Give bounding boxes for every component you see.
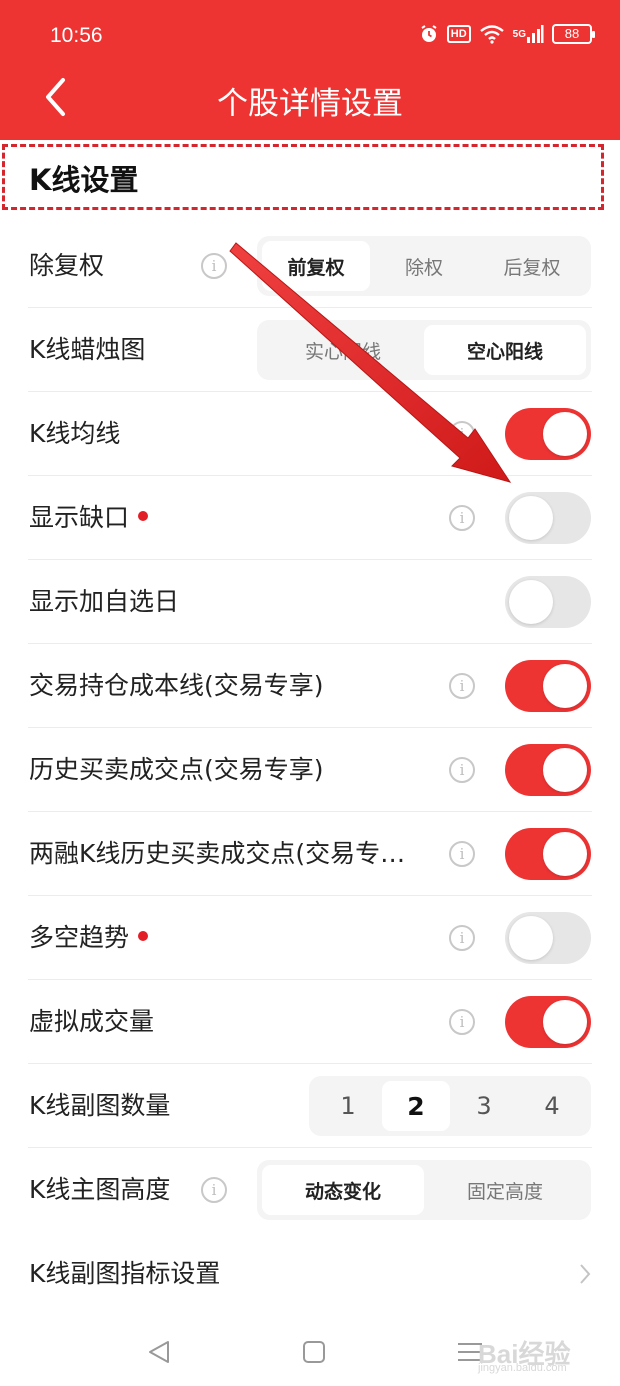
main-height-segmented: 动态变化 固定高度 — [257, 1160, 591, 1220]
trade-points-toggle[interactable] — [505, 744, 591, 796]
toggle-knob — [543, 1000, 587, 1044]
row-label: 历史买卖成交点(交易专享) — [29, 755, 324, 784]
option-solid-candle[interactable]: 实心阳线 — [262, 325, 424, 375]
option-count-4[interactable]: 4 — [518, 1081, 586, 1131]
option-hollow-candle[interactable]: 空心阳线 — [424, 325, 586, 375]
adjustment-segmented: 前复权 除权 后复权 — [257, 236, 591, 296]
hd-icon: HD — [446, 25, 471, 43]
row-virtual-volume: 虚拟成交量 i — [0, 980, 620, 1064]
chevron-right-icon — [580, 1264, 591, 1284]
section-header: K线设置 — [2, 144, 604, 210]
app-header: 10:56 HD 5G 88 个股详情设置 — [0, 0, 620, 140]
margin-trade-points-toggle[interactable] — [505, 828, 591, 880]
row-label: K线副图指标设置 — [29, 1259, 221, 1288]
row-adjustment: 除复权 i 前复权 除权 后复权 — [0, 224, 620, 308]
nav-home-button[interactable] — [294, 1332, 334, 1372]
row-candlestick: K线蜡烛图 实心阳线 空心阳线 — [0, 308, 620, 392]
option-ex-rights[interactable]: 除权 — [370, 241, 478, 291]
nav-back-button[interactable] — [140, 1332, 180, 1372]
signal-5g-icon: 5G — [513, 24, 544, 44]
option-fixed-height[interactable]: 固定高度 — [424, 1165, 586, 1215]
option-count-1[interactable]: 1 — [314, 1081, 382, 1131]
toggle-knob — [509, 580, 553, 624]
back-triangle-icon — [149, 1341, 169, 1363]
row-margin-trade-points: 两融K线历史买卖成交点(交易专… i — [0, 812, 620, 896]
subchart-count-segmented: 1 2 3 4 — [309, 1076, 591, 1136]
row-position-cost-line: 交易持仓成本线(交易专享) i — [0, 644, 620, 728]
signal-5g-label: 5G — [512, 28, 526, 40]
toggle-knob — [543, 832, 587, 876]
moving-average-toggle[interactable] — [505, 408, 591, 460]
row-label: 交易持仓成本线(交易专享) — [29, 671, 324, 700]
row-subchart-count: K线副图数量 1 2 3 4 — [0, 1064, 620, 1148]
battery-icon: 88 — [552, 24, 595, 44]
row-label-text: 显示缺口 — [29, 503, 130, 532]
info-icon[interactable]: i — [449, 673, 475, 699]
virtual-volume-toggle[interactable] — [505, 996, 591, 1048]
new-dot — [138, 931, 149, 941]
row-subchart-indicators[interactable]: K线副图指标设置 — [0, 1232, 620, 1316]
wifi-icon — [479, 24, 505, 44]
status-time: 10:56 — [50, 24, 103, 47]
option-count-3[interactable]: 3 — [450, 1081, 518, 1131]
alarm-icon — [419, 24, 439, 44]
info-icon[interactable]: i — [449, 505, 475, 531]
info-icon[interactable]: i — [449, 1009, 475, 1035]
row-moving-average: K线均线 i — [0, 392, 620, 476]
show-gap-toggle[interactable] — [505, 492, 591, 544]
new-dot — [138, 511, 149, 521]
info-icon[interactable]: i — [449, 757, 475, 783]
row-show-gap: 显示缺口 i — [0, 476, 620, 560]
toggle-knob — [543, 412, 587, 456]
position-cost-toggle[interactable] — [505, 660, 591, 712]
row-label: K线主图高度 — [29, 1175, 171, 1204]
toggle-knob — [509, 496, 553, 540]
row-label: 多空趋势 — [29, 918, 149, 954]
watermark-url: jingyan.baidu.com — [478, 1362, 567, 1374]
row-label: K线均线 — [29, 419, 121, 448]
info-icon[interactable]: i — [201, 1177, 227, 1203]
section-title: K线设置 — [29, 163, 139, 197]
toggle-knob — [543, 664, 587, 708]
toggle-knob — [509, 916, 553, 960]
row-label: 两融K线历史买卖成交点(交易专… — [29, 839, 406, 868]
info-icon[interactable]: i — [449, 841, 475, 867]
row-label-text: 多空趋势 — [29, 923, 130, 952]
settings-panel: K线设置 除复权 i 前复权 除权 后复权 K线蜡烛图 实心阳线 空心阳线 K线… — [0, 140, 620, 1320]
watchlist-date-toggle[interactable] — [505, 576, 591, 628]
row-label: 显示缺口 — [29, 498, 149, 534]
home-square-icon — [303, 1341, 325, 1363]
row-main-chart-height: K线主图高度 i 动态变化 固定高度 — [0, 1148, 620, 1232]
row-bull-bear-trend: 多空趋势 i — [0, 896, 620, 980]
info-icon[interactable]: i — [449, 925, 475, 951]
option-dynamic-height[interactable]: 动态变化 — [262, 1165, 424, 1215]
toggle-knob — [543, 748, 587, 792]
status-icons: HD 5G 88 — [419, 24, 595, 44]
bull-bear-toggle[interactable] — [505, 912, 591, 964]
page-title: 个股详情设置 — [217, 86, 403, 122]
info-icon[interactable]: i — [201, 253, 227, 279]
row-show-watchlist-date: 显示加自选日 — [0, 560, 620, 644]
row-trade-points: 历史买卖成交点(交易专享) i — [0, 728, 620, 812]
row-label: K线副图数量 — [29, 1091, 171, 1120]
info-icon[interactable]: i — [449, 421, 475, 447]
option-count-2[interactable]: 2 — [382, 1081, 450, 1131]
option-backward-adjust[interactable]: 后复权 — [478, 241, 586, 291]
row-label: 显示加自选日 — [29, 587, 180, 616]
candlestick-segmented: 实心阳线 空心阳线 — [257, 320, 591, 380]
status-bar: 10:56 HD 5G 88 — [0, 0, 620, 74]
row-label: K线蜡烛图 — [29, 335, 146, 364]
option-forward-adjust[interactable]: 前复权 — [262, 241, 370, 291]
row-label: 除复权 — [29, 251, 105, 280]
row-label: 虚拟成交量 — [29, 1007, 155, 1036]
